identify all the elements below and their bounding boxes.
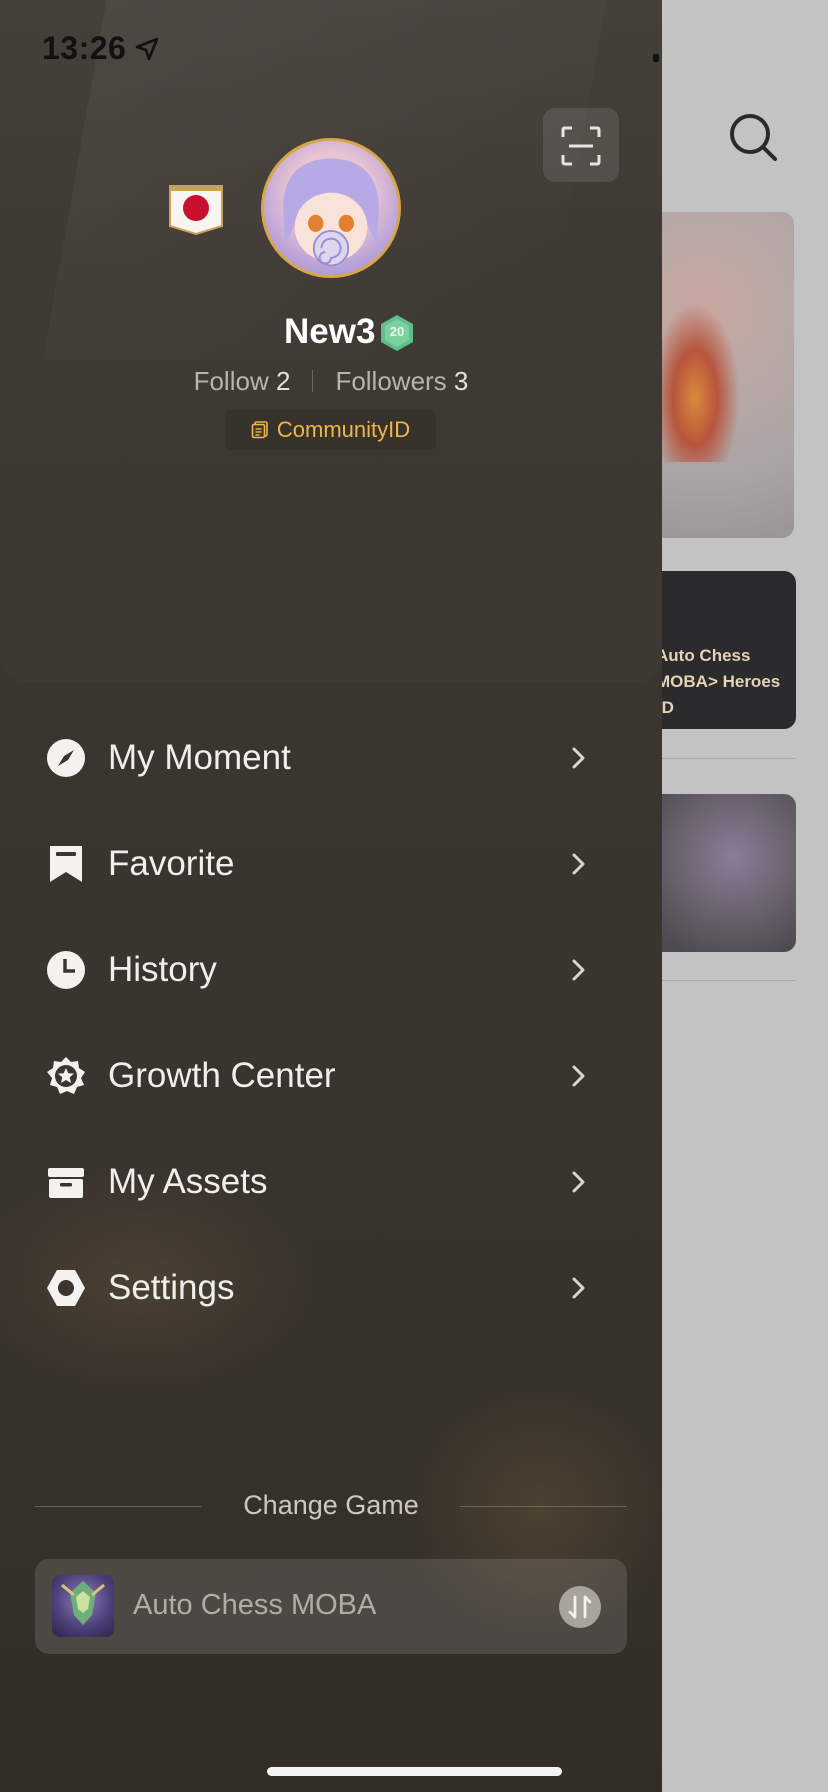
menu-item-my-moment[interactable]: My Moment xyxy=(46,718,606,798)
avatar[interactable] xyxy=(261,138,401,278)
level-badge: 20 xyxy=(378,314,416,352)
side-drawer: 13:26 New3 20 Follow 2 Followers 3 Commu… xyxy=(0,0,662,1792)
follow-stats: Follow 2 Followers 3 xyxy=(0,366,662,397)
chevron-right-icon xyxy=(572,1065,585,1087)
chevron-right-icon xyxy=(572,1277,585,1299)
cellular-signal-icon xyxy=(653,54,659,62)
scan-icon xyxy=(561,126,601,166)
menu-label: Settings xyxy=(108,1268,235,1307)
menu-label: Favorite xyxy=(108,844,235,883)
feed-image-card[interactable] xyxy=(640,212,794,538)
feed-image-card[interactable] xyxy=(640,794,796,952)
menu-item-favorite[interactable]: Favorite xyxy=(46,824,606,904)
follow-label: Follow xyxy=(193,366,269,396)
hexagon-settings-icon xyxy=(47,1270,85,1306)
card-title: Auto Chess MOBA> Heroes [D xyxy=(656,646,781,717)
home-indicator[interactable] xyxy=(267,1767,562,1776)
follow-link[interactable]: Follow 2 xyxy=(194,366,291,396)
chevron-right-icon xyxy=(572,853,585,875)
chevron-right-icon xyxy=(572,747,585,769)
change-game-title: Change Game xyxy=(243,1490,419,1520)
current-game-card[interactable]: Auto Chess MOBA xyxy=(35,1559,627,1654)
status-time: 13:26 xyxy=(42,30,127,66)
divider xyxy=(640,758,796,759)
scan-button[interactable] xyxy=(543,108,619,182)
document-icon xyxy=(251,421,268,439)
divider xyxy=(312,370,314,392)
chevron-right-icon xyxy=(572,1171,585,1193)
menu-label: My Assets xyxy=(108,1162,268,1201)
bookmark-icon xyxy=(50,846,82,882)
search-icon[interactable] xyxy=(728,112,780,164)
game-name: Auto Chess MOBA xyxy=(133,1589,377,1621)
menu-item-growth-center[interactable]: Growth Center xyxy=(46,1036,606,1116)
switch-icon xyxy=(568,1595,592,1619)
archive-box-icon xyxy=(48,1168,84,1198)
level-number: 20 xyxy=(389,324,405,339)
menu-label: My Moment xyxy=(108,738,291,777)
feed-image-card[interactable]: Auto Chess MOBA> Heroes [D xyxy=(640,571,796,729)
chevron-right-icon xyxy=(572,959,585,981)
japan-flag-icon[interactable] xyxy=(168,182,224,238)
clock-icon xyxy=(47,951,85,989)
menu-item-history[interactable]: History xyxy=(46,930,606,1010)
followers-count: 3 xyxy=(453,366,469,396)
followers-link[interactable]: Followers 3 xyxy=(335,366,468,396)
star-badge-icon xyxy=(47,1057,85,1094)
followers-label: Followers xyxy=(335,366,447,396)
menu-item-settings[interactable]: Settings xyxy=(46,1248,606,1328)
game-thumbnail xyxy=(52,1575,114,1637)
compass-icon xyxy=(47,739,85,777)
menu-label: History xyxy=(108,950,217,989)
location-arrow-icon xyxy=(135,37,159,61)
follow-count: 2 xyxy=(275,366,291,396)
divider xyxy=(640,980,796,981)
username: New3 xyxy=(284,312,376,351)
menu-item-my-assets[interactable]: My Assets xyxy=(46,1142,606,1222)
switch-game-button[interactable] xyxy=(559,1586,601,1628)
menu-label: Growth Center xyxy=(108,1056,336,1095)
community-id-button[interactable]: CommunityID xyxy=(225,410,436,450)
community-id-label: CommunityID xyxy=(276,417,411,442)
